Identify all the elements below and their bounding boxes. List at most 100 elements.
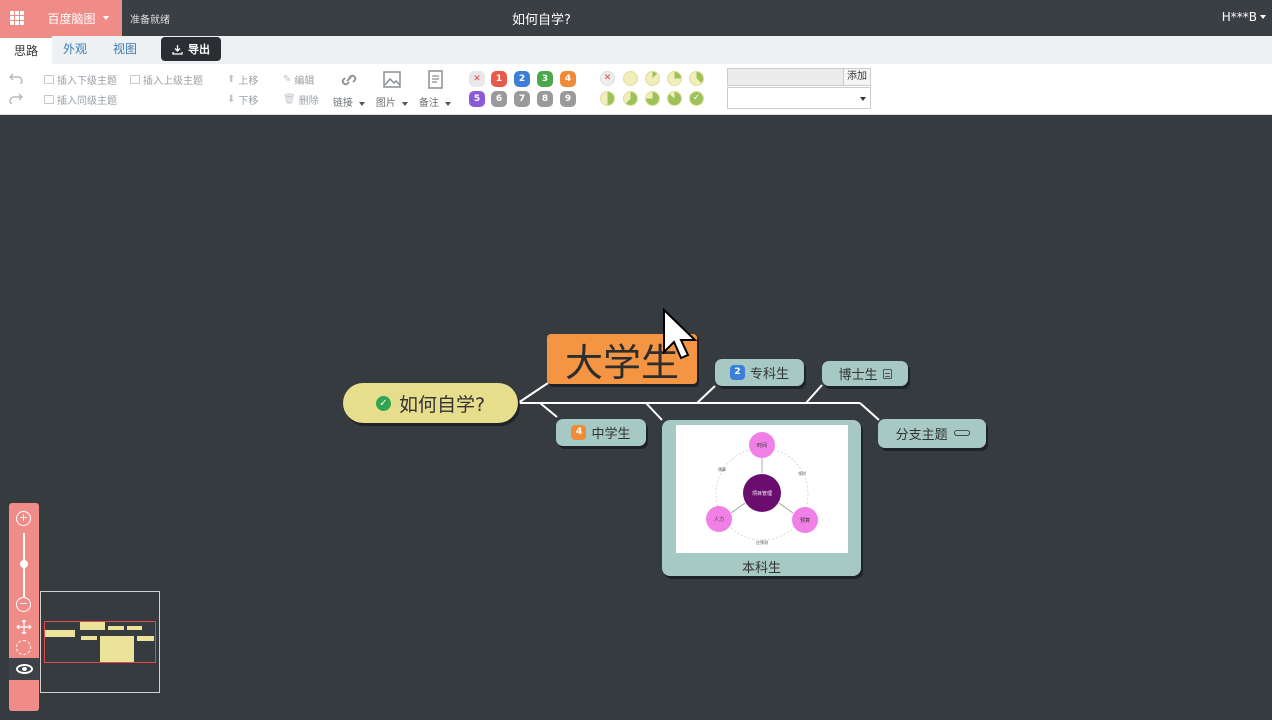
insert-parent-label: 插入上级主题 (143, 76, 203, 87)
topic-node-boshi[interactable]: 博士生 (822, 361, 908, 386)
minimap[interactable] (40, 591, 160, 693)
zoom-in-button[interactable]: + (16, 511, 31, 526)
progress-7-icon[interactable] (667, 91, 682, 106)
progress-6-icon[interactable] (645, 91, 660, 106)
eye-icon (15, 664, 33, 674)
minimap-node (100, 636, 134, 662)
insert-child-button[interactable]: 插入下级主题 (44, 72, 117, 87)
progress-5-icon[interactable] (623, 91, 638, 106)
link-label: 链接 (332, 98, 353, 109)
chevron-down-icon (445, 102, 452, 106)
export-label: 导出 (188, 43, 210, 56)
undo-icon[interactable] (9, 72, 23, 84)
zoom-panel: + − (9, 503, 39, 711)
topic-node-zhuanke[interactable]: 2 专科生 (715, 359, 804, 386)
diagram-left-label: 人力 (713, 516, 723, 523)
topic-node-fenzhi[interactable]: 分支主题 ⊂⊃ (878, 419, 986, 448)
zoom-out-button[interactable]: − (16, 597, 31, 612)
priority-remove-icon[interactable]: ✕ (469, 71, 485, 87)
resource-select[interactable] (727, 87, 871, 109)
mindmap-canvas[interactable]: ✓ 如何自学? 大学生 2 专科生 博士生 4 中学生 分支主题 ⊂⊃ 项目管理… (0, 115, 1272, 720)
priority-8-icon[interactable]: 8 (537, 91, 553, 107)
insert-parent-icon (130, 75, 140, 84)
progress-4-icon[interactable] (600, 91, 615, 106)
note-icon (882, 368, 892, 379)
progress-3-icon[interactable] (689, 71, 704, 86)
diagram-right-label: 预算 (799, 517, 809, 524)
locate-root-button[interactable] (16, 640, 31, 655)
priority-1-icon[interactable]: 1 (491, 71, 507, 87)
priority-3-icon[interactable]: 3 (537, 71, 553, 87)
root-node[interactable]: ✓ 如何自学? (343, 383, 518, 423)
zoom-slider-thumb[interactable] (20, 560, 28, 568)
progress-0-icon[interactable] (623, 71, 638, 86)
edit-button[interactable]: ✎ 编辑 (283, 72, 314, 87)
minimap-node (45, 630, 75, 637)
insert-child-label: 插入下级主题 (57, 76, 117, 87)
priority-4-icon: 4 (571, 425, 587, 440)
topic-label: 博士生 (838, 368, 878, 383)
priority-5-icon[interactable]: 5 (469, 91, 485, 107)
check-icon: ✓ (375, 395, 391, 411)
minimap-node (127, 626, 142, 630)
user-menu[interactable]: H***B (1222, 10, 1266, 24)
priority-9-icon[interactable]: 9 (560, 91, 576, 107)
download-icon (172, 44, 183, 55)
minimap-node (81, 636, 97, 640)
edit-label: 编辑 (294, 76, 315, 87)
priority-2-icon[interactable]: 2 (514, 71, 530, 87)
priority-2-icon: 2 (729, 365, 745, 380)
move-down-button[interactable]: ⬇ 下移 (227, 92, 258, 107)
tab-view[interactable]: 视图 (102, 36, 148, 64)
diagram-tr-label: 领时 (798, 470, 806, 476)
diagram-bottom-label: 应预测 (756, 539, 768, 545)
link-button[interactable]: 链接 (332, 69, 366, 109)
delete-label: 删除 (298, 96, 319, 107)
move-icon[interactable] (16, 619, 32, 635)
image-button[interactable]: 图片 (375, 69, 409, 109)
project-diagram-image: 项目管理 时间 人力 预算 预算 领时 应预测 (705, 432, 818, 545)
progress-1-icon[interactable] (645, 71, 660, 86)
insert-child-icon (44, 75, 54, 84)
topic-label: 分支主题 (895, 428, 948, 443)
resource-input[interactable] (727, 68, 844, 86)
progress-done-icon[interactable]: ✓ (689, 91, 704, 106)
progress-2-icon[interactable] (667, 71, 682, 86)
move-up-button[interactable]: ⬆ 上移 (227, 72, 258, 87)
insert-sibling-icon (44, 95, 54, 104)
tab-idea[interactable]: 思路 (0, 36, 52, 64)
topic-node-zhongxue[interactable]: 4 中学生 (556, 419, 646, 446)
topic-image: 项目管理 时间 人力 预算 预算 领时 应预测 (675, 425, 848, 553)
top-bar: 百度脑图 准备就绪 如何自学? H***B (0, 0, 1272, 36)
delete-button[interactable]: 🗑 删除 (283, 92, 319, 107)
diagram-top-label: 时间 (756, 442, 766, 449)
arrow-up-icon: ⬆ (227, 74, 236, 85)
trash-icon: 🗑 (283, 94, 296, 105)
priority-6-icon[interactable]: 6 (491, 91, 507, 107)
chevron-down-icon (1260, 15, 1266, 19)
insert-sibling-button[interactable]: 插入同级主题 (44, 92, 117, 107)
mouse-cursor-icon (663, 308, 698, 360)
minimap-node (137, 636, 154, 641)
progress-remove-icon[interactable]: ✕ (600, 71, 615, 86)
insert-parent-button[interactable]: 插入上级主题 (130, 72, 203, 87)
toolbar: 插入下级主题 插入上级主题 插入同级主题 ⬆ 上移 ⬇ 下移 ✎ 编辑 🗑 删除 链接 … (0, 64, 1272, 115)
move-down-label: 下移 (238, 96, 259, 107)
priority-7-icon[interactable]: 7 (514, 91, 530, 107)
chevron-down-icon (402, 102, 409, 106)
arrow-down-icon: ⬇ (227, 94, 236, 105)
note-label: 备注 (418, 98, 439, 109)
image-icon (383, 71, 401, 88)
resource-add-button[interactable]: 添加 (843, 68, 871, 86)
export-button[interactable]: 导出 (161, 37, 221, 61)
note-button[interactable]: 备注 (418, 69, 452, 109)
topic-node-benke[interactable]: 项目管理 时间 人力 预算 预算 领时 应预测 本科生 (662, 420, 861, 576)
link-icon: ⊂⊃ (952, 426, 972, 441)
connector-lines (517, 382, 880, 421)
document-title: 如何自学? (512, 13, 571, 28)
priority-4-icon[interactable]: 4 (560, 71, 576, 87)
redo-icon[interactable] (9, 92, 23, 104)
toggle-minimap-button[interactable] (9, 658, 39, 680)
tab-appearance[interactable]: 外观 (52, 36, 98, 64)
topic-label: 中学生 (591, 427, 631, 442)
